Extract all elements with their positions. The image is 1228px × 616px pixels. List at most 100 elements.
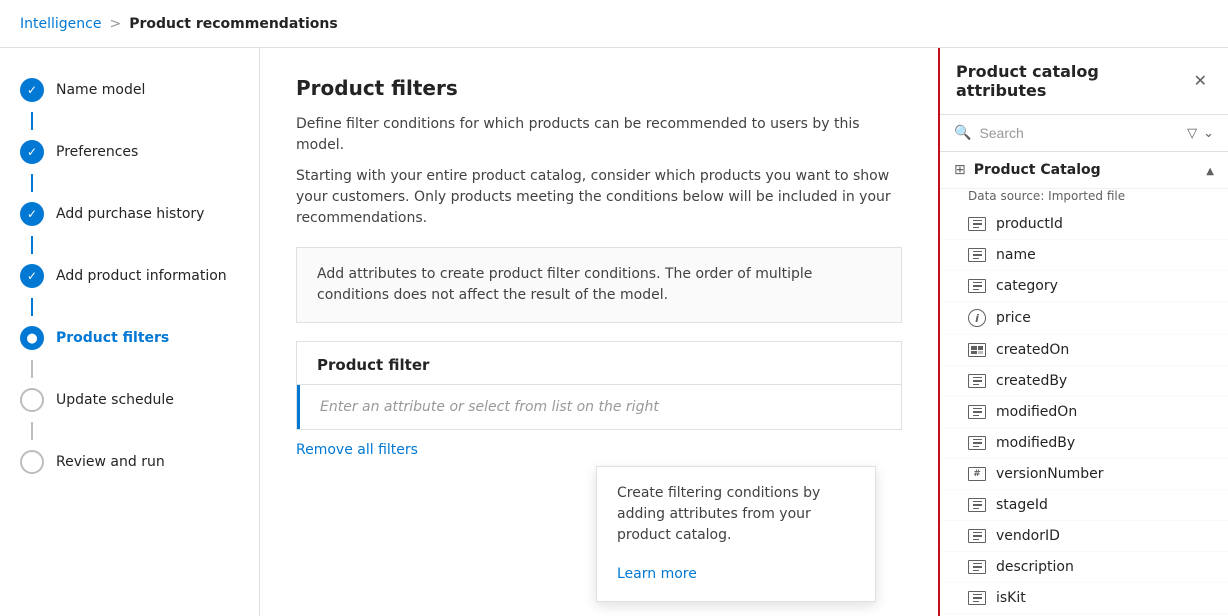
catalog-item-name: createdOn — [996, 342, 1069, 358]
catalog-item[interactable]: description — [940, 552, 1228, 583]
text-attr-icon — [968, 405, 986, 419]
checkmark-icon-3 — [27, 207, 37, 221]
catalog-item-name: modifiedBy — [996, 435, 1075, 451]
catalog-item-name: price — [996, 310, 1031, 326]
step-circle-preferences — [20, 140, 44, 164]
catalog-item[interactable]: productId — [940, 209, 1228, 240]
learn-more-link[interactable]: Learn more — [617, 564, 697, 585]
catalog-item[interactable]: modifiedOn — [940, 397, 1228, 428]
step-circle-purchase — [20, 202, 44, 226]
catalog-item-name: category — [996, 278, 1058, 294]
catalog-item[interactable]: iprice — [940, 302, 1228, 335]
info-box: Add attributes to create product filter … — [296, 247, 902, 323]
filter-icon: ▽ — [1187, 126, 1197, 141]
description-1: Define filter conditions for which produ… — [296, 114, 902, 156]
text-attr-icon — [968, 436, 986, 450]
tooltip-box: Create filtering conditions by adding at… — [596, 466, 876, 602]
step-circle-product-info — [20, 264, 44, 288]
sidebar-item-review-run[interactable]: Review and run — [0, 440, 259, 484]
sidebar-item-add-purchase-history[interactable]: Add purchase history — [0, 192, 259, 236]
sidebar-label-update-schedule: Update schedule — [56, 392, 174, 408]
step-connector-3 — [31, 236, 33, 254]
catalog-item-name: vendorID — [996, 528, 1060, 544]
checkmark-icon-4 — [27, 269, 37, 283]
search-input[interactable] — [979, 125, 1179, 141]
tooltip-text: Create filtering conditions by adding at… — [617, 483, 855, 546]
breadcrumb-parent[interactable]: Intelligence — [20, 16, 101, 32]
filter-block: Product filter Enter an attribute or sel… — [296, 341, 902, 430]
filter-sort-icons[interactable]: ▽ ⌄ — [1187, 126, 1214, 141]
catalog-item-name: isKit — [996, 590, 1026, 606]
sidebar-item-update-schedule[interactable]: Update schedule — [0, 378, 259, 422]
step-connector-1 — [31, 112, 33, 130]
catalog-item-name: stageId — [996, 497, 1048, 513]
top-bar: Intelligence > Product recommendations — [0, 0, 1228, 48]
num-attr-icon: # — [968, 467, 986, 481]
filter-block-title: Product filter — [297, 342, 901, 385]
chevron-up-icon — [1206, 162, 1214, 178]
sidebar-item-name-model[interactable]: Name model — [0, 68, 259, 112]
filter-input-row[interactable]: Enter an attribute or select from list o… — [297, 385, 901, 429]
text-attr-icon — [968, 529, 986, 543]
step-connector-6 — [31, 422, 33, 440]
right-panel: Product catalog attributes ✕ 🔍 ▽ ⌄ ⊞ Pro… — [938, 48, 1228, 616]
step-connector-5 — [31, 360, 33, 378]
catalog-group-name: Product Catalog — [974, 162, 1101, 178]
catalog-item-name: versionNumber — [996, 466, 1104, 482]
x-icon: ✕ — [1194, 71, 1207, 91]
sidebar-label-preferences: Preferences — [56, 144, 138, 160]
breadcrumb-sep: > — [109, 16, 121, 32]
text-attr-icon — [968, 591, 986, 605]
grid-attr-icon — [968, 343, 986, 357]
catalog-item-name: name — [996, 247, 1036, 263]
sidebar-item-preferences[interactable]: Preferences — [0, 130, 259, 174]
catalog-list: ⊞ Product Catalog Data source: Imported … — [940, 152, 1228, 616]
sidebar-label-product-info: Add product information — [56, 268, 227, 284]
checkmark-icon-2 — [27, 145, 37, 159]
catalog-group-header[interactable]: ⊞ Product Catalog — [940, 152, 1228, 189]
sidebar-label-name-model: Name model — [56, 82, 145, 98]
main-content: Product filters Define filter conditions… — [260, 48, 938, 616]
catalog-item[interactable]: name — [940, 240, 1228, 271]
breadcrumb: Intelligence > Product recommendations — [20, 16, 338, 32]
search-icon: 🔍 — [954, 125, 971, 141]
catalog-item[interactable]: stageId — [940, 490, 1228, 521]
sidebar-label-review-run: Review and run — [56, 454, 165, 470]
sidebar-item-product-filters[interactable]: ● Product filters — [0, 316, 259, 360]
right-panel-header: Product catalog attributes ✕ — [940, 48, 1228, 115]
filter-input-placeholder: Enter an attribute or select from list o… — [320, 399, 659, 415]
catalog-item[interactable]: # versionNumber — [940, 459, 1228, 490]
step-connector-4 — [31, 298, 33, 316]
sort-icon: ⌄ — [1203, 126, 1214, 141]
breadcrumb-current: Product recommendations — [129, 16, 337, 32]
step-circle-name-model — [20, 78, 44, 102]
sidebar-label-purchase: Add purchase history — [56, 206, 204, 222]
text-attr-icon — [968, 279, 986, 293]
catalog-item[interactable]: modifiedBy — [940, 428, 1228, 459]
description-2: Starting with your entire product catalo… — [296, 166, 902, 229]
text-attr-icon — [968, 560, 986, 574]
text-attr-icon — [968, 374, 986, 388]
catalog-item-name: createdBy — [996, 373, 1067, 389]
catalog-item[interactable]: vendorID — [940, 521, 1228, 552]
catalog-group-header-left: ⊞ Product Catalog — [954, 162, 1101, 178]
catalog-item-name: description — [996, 559, 1074, 575]
sidebar: Name model Preferences Add purchase hist… — [0, 48, 260, 616]
sidebar-item-add-product-info[interactable]: Add product information — [0, 254, 259, 298]
search-row: 🔍 ▽ ⌄ — [940, 115, 1228, 152]
info-box-text: Add attributes to create product filter … — [317, 266, 812, 303]
catalog-item[interactable]: createdBy — [940, 366, 1228, 397]
step-connector-2 — [31, 174, 33, 192]
text-attr-icon — [968, 217, 986, 231]
attr-list: productId name category iprice createdOn — [940, 209, 1228, 616]
text-attr-icon — [968, 498, 986, 512]
catalog-item[interactable]: isKit — [940, 583, 1228, 614]
close-button[interactable]: ✕ — [1189, 69, 1212, 93]
info-attr-icon: i — [968, 309, 986, 327]
step-circle-review-run — [20, 450, 44, 474]
catalog-item[interactable]: category — [940, 271, 1228, 302]
step-circle-product-filters: ● — [20, 326, 44, 350]
catalog-item[interactable]: createdOn — [940, 335, 1228, 366]
remove-all-filters-link[interactable]: Remove all filters — [296, 442, 418, 458]
checkmark-icon — [27, 83, 37, 97]
